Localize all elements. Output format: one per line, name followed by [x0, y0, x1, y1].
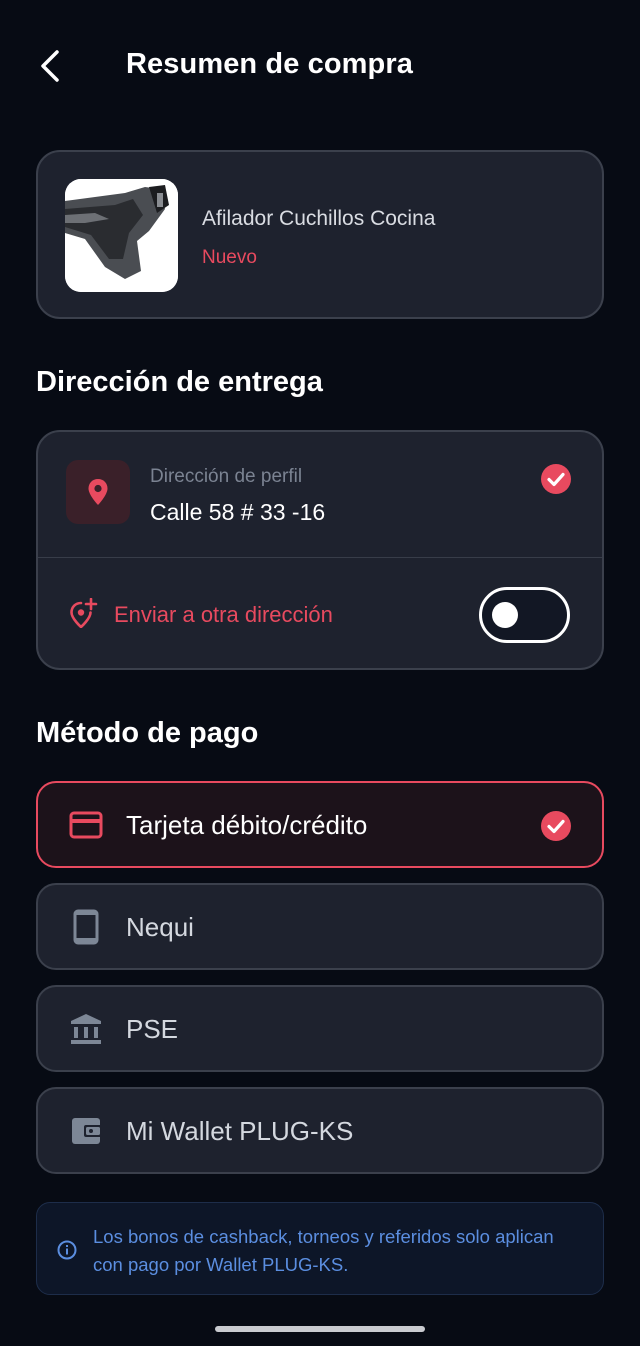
payment-option-nequi[interactable]: Nequi: [36, 883, 604, 970]
payment-option-label: Nequi: [126, 912, 194, 942]
credit-card-icon: [68, 807, 104, 843]
other-address-toggle[interactable]: [479, 587, 570, 643]
location-pin-icon-box: [66, 460, 130, 524]
add-location-icon: [70, 598, 98, 628]
purchase-summary-screen: Resumen de compra Afilador Cuchillos Coc…: [0, 0, 640, 1346]
profile-address-value[interactable]: Calle 58 # 33 -16: [150, 499, 325, 526]
info-note-text: Los bonos de cashback, torneos y referid…: [93, 1226, 554, 1275]
payment-option-label: Tarjeta débito/crédito: [126, 810, 368, 840]
product-image: [65, 179, 178, 292]
cashback-info-note: Los bonos de cashback, torneos y referid…: [36, 1202, 604, 1295]
bank-icon: [68, 1011, 104, 1047]
check-circle-icon: [541, 464, 571, 494]
product-name: Afilador Cuchillos Cocina: [202, 207, 436, 230]
wallet-icon: [68, 1113, 104, 1149]
product-condition-badge: Nuevo: [202, 247, 257, 268]
send-to-other-address-label: Enviar a otra dirección: [114, 602, 333, 627]
location-pin-icon: [88, 479, 108, 505]
payment-option-pse[interactable]: PSE: [36, 985, 604, 1072]
product-card: Afilador Cuchillos Cocina Nuevo: [36, 150, 604, 319]
payment-option-card[interactable]: Tarjeta débito/crédito: [36, 781, 604, 868]
page-title: Resumen de compra: [126, 48, 413, 80]
address-card: Dirección de perfil Calle 58 # 33 -16 En…: [36, 430, 604, 670]
payment-option-label: Mi Wallet PLUG-KS: [126, 1116, 354, 1146]
chevron-left-icon: [41, 50, 59, 82]
payment-option-label: PSE: [126, 1014, 179, 1044]
payment-section-title: Método de pago: [36, 717, 259, 749]
profile-address-label: Dirección de perfil: [150, 466, 303, 487]
home-indicator[interactable]: [215, 1326, 425, 1332]
delivery-section-title: Dirección de entrega: [36, 366, 323, 398]
payment-option-wallet[interactable]: Mi Wallet PLUG-KS: [36, 1087, 604, 1174]
info-icon: [57, 1240, 77, 1260]
toggle-knob: [492, 602, 518, 628]
back-button[interactable]: [26, 42, 74, 90]
divider: [38, 557, 602, 558]
check-circle-icon: [541, 811, 571, 841]
phone-icon: [68, 909, 104, 945]
